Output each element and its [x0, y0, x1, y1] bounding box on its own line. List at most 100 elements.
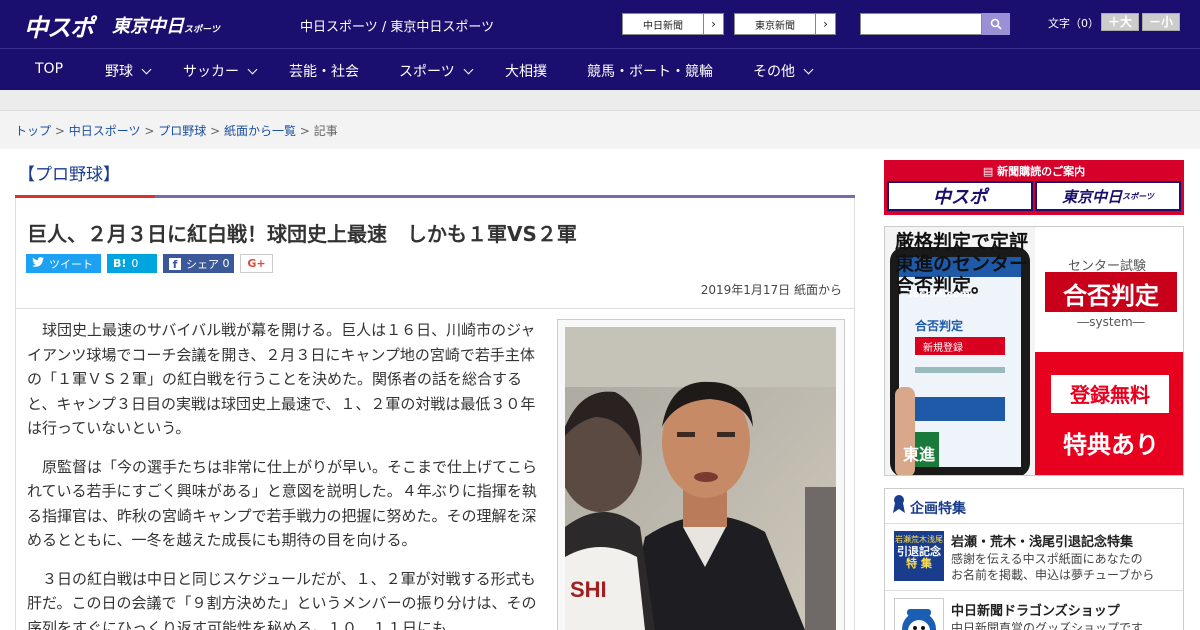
search-icon: [990, 18, 1002, 30]
ad-headline: 厳格判定で定評 東進のセンター 合否判定。: [895, 231, 1028, 297]
article-photo[interactable]: SHI: [565, 327, 836, 630]
breadcrumb-top[interactable]: トップ: [15, 124, 51, 138]
subscribe-chuspo-button[interactable]: 中スポ: [887, 181, 1033, 211]
subscription-title: ▤ 新聞購読のご案内: [884, 163, 1184, 179]
ad-phone-title: 合否判定: [915, 319, 964, 333]
feature-item-title: 中日新聞ドラゴンズショップ: [951, 604, 1120, 619]
facebook-count: 0: [222, 257, 230, 270]
hatena-count: 0: [131, 257, 139, 270]
breadcrumb: トップ > 中日スポーツ > プロ野球 > 紙面から一覧 > 記事: [15, 122, 338, 139]
tokyo-logo-text: 東京中日: [112, 16, 184, 37]
article-category[interactable]: 【プロ野球】: [18, 160, 120, 185]
hatena-bookmark-button[interactable]: B! 0: [107, 254, 157, 273]
article-paragraph: ３日の紅白戦は中日と同じスケジュールだが、１、２軍が対戦する形式も肝だ。この日の…: [27, 569, 537, 630]
ad-product-name: 合否判定: [1063, 282, 1159, 310]
breadcrumb-separator: >: [54, 124, 65, 138]
photo-illustration: SHI: [565, 327, 836, 630]
chunichi-shimbun-link[interactable]: 中日新聞 ›: [622, 13, 724, 35]
chevron-down-icon: [247, 64, 258, 75]
font-size-label: 文字（0）: [1048, 17, 1099, 30]
article-paragraph: 原監督は「今の選手たちは非常に仕上がりが早い。そこまで仕上げてこられている若手に…: [27, 457, 538, 550]
tweet-button[interactable]: ツイート: [26, 254, 101, 273]
nav-label: 野球: [105, 64, 133, 80]
breadcrumb-separator: >: [144, 124, 155, 138]
breadcrumb-from-paper[interactable]: 紙面から一覧: [224, 124, 296, 138]
breadcrumb-chunichi-sports[interactable]: 中日スポーツ: [69, 124, 141, 138]
font-decrease-button[interactable]: －小: [1142, 13, 1180, 31]
ad-phone-register: 新規登録: [923, 343, 963, 354]
breadcrumb-separator: >: [210, 124, 221, 138]
chevron-right-icon: ›: [703, 14, 723, 34]
nav-label: スポーツ: [399, 64, 455, 80]
article-dateline: 2019年1月17日 紙面から: [700, 283, 842, 297]
article-body: 球団史上最速のサバイバル戦が幕を開ける。巨人は１６日、川崎市のジャイアンツ球場で…: [27, 318, 541, 630]
subscription-title-text: 新聞購読のご案内: [997, 165, 1086, 178]
dragons-mascot-icon: [894, 598, 944, 630]
newspaper-icon: ▤: [982, 165, 994, 178]
facebook-icon: f: [169, 257, 181, 270]
subscribe-tokyo-button[interactable]: 東京中日 スポーツ: [1035, 181, 1181, 211]
search-input[interactable]: [860, 13, 982, 35]
divider: [885, 590, 1183, 591]
ad-headline-line: 厳格判定で定評: [895, 231, 1029, 253]
nav-label: 大相撲: [505, 64, 547, 80]
search-button[interactable]: [982, 13, 1010, 35]
ribbon-icon: [893, 494, 905, 518]
nav-label: サッカー: [183, 64, 239, 80]
nav-item-sports[interactable]: スポーツ: [399, 61, 474, 81]
facebook-label: シェア: [186, 257, 219, 271]
thumbnail-text: 特 集: [906, 557, 932, 570]
retirement-feature-thumbnail: 岩瀬荒木浅尾 引退記念 特 集: [894, 531, 944, 581]
breadcrumb-pro-baseball[interactable]: プロ野球: [158, 124, 206, 138]
breadcrumb-bar: トップ > 中日スポーツ > プロ野球 > 紙面から一覧 > 記事: [0, 110, 1200, 148]
nav-item-entertainment[interactable]: 芸能・社会: [289, 61, 359, 81]
nav-item-racing[interactable]: 競馬・ボート・競輪: [587, 61, 713, 81]
tweet-label: ツイート: [49, 257, 93, 271]
svg-text:SHI: SHI: [570, 577, 607, 602]
nav-item-other[interactable]: その他: [753, 61, 814, 81]
ad-headline-line: 東進のセンター: [895, 253, 1029, 275]
nav-label: TOP: [35, 61, 64, 77]
chevron-down-icon: [141, 64, 152, 75]
hatena-b-icon: B!: [113, 257, 127, 270]
subscription-box: ▤ 新聞購読のご案内 中スポ 東京中日 スポーツ: [884, 160, 1184, 215]
nav-item-top[interactable]: TOP: [35, 61, 63, 77]
nav-label: 芸能・社会: [289, 64, 359, 80]
google-plus-button[interactable]: G+: [240, 254, 273, 273]
toshin-ad-banner[interactable]: 厳格判定で定評 東進のセンター 合否判定。 センター試験 合否判定 ―syste…: [884, 226, 1184, 476]
chevron-right-icon: ›: [815, 14, 835, 34]
nav-label: 競馬・ボート・競輪: [587, 64, 713, 80]
nav-label: その他: [753, 64, 795, 80]
feature-item-desc: 中日新聞直営のグッズショップです: [951, 621, 1144, 630]
site-name: 中日スポーツ / 東京中日スポーツ: [300, 20, 495, 35]
ad-strip: [0, 90, 1200, 110]
nav-item-baseball[interactable]: 野球: [105, 61, 152, 81]
chunichi-link-label: 中日新聞: [643, 20, 683, 32]
article-paragraph: 球団史上最速のサバイバル戦が幕を開ける。巨人は１６日、川崎市のジャイアンツ球場で…: [27, 321, 536, 437]
tokyo-logo-small-text: スポーツ: [184, 25, 220, 35]
feature-title: 企画特集: [910, 501, 966, 517]
nav-item-soccer[interactable]: サッカー: [183, 61, 258, 81]
twitter-bird-icon: [32, 257, 44, 270]
ad-brand: 東進: [903, 445, 936, 464]
tokyo-shimbun-link[interactable]: 東京新聞 ›: [734, 13, 836, 35]
nav-item-sumo[interactable]: 大相撲: [505, 61, 547, 81]
font-increase-button[interactable]: ＋大: [1101, 13, 1139, 31]
article-headline: 巨人、２月３日に紅白戦！球団史上最速 しかも１軍VS２軍: [27, 222, 577, 246]
chevron-down-icon: [803, 64, 814, 75]
breadcrumb-current: 記事: [313, 124, 338, 138]
feature-item-title: 岩瀬・荒木・浅尾引退記念特集: [951, 535, 1134, 550]
feature-item-desc: 感謝を伝える中スポ紙面にあなたの: [951, 552, 1143, 566]
subscribe-tokyo-small: スポーツ: [1122, 191, 1154, 201]
feature-item-desc: お名前を掲載、申込は夢チューブから: [951, 568, 1155, 582]
breadcrumb-separator: >: [299, 124, 310, 138]
tokyo-link-label: 東京新聞: [755, 20, 795, 32]
chevron-down-icon: [463, 64, 474, 75]
site-header: 中スポ 東京中日スポーツ 中日スポーツ / 東京中日スポーツ 中日新聞 › 東京…: [0, 0, 1200, 48]
facebook-share-button[interactable]: f シェア 0: [163, 254, 234, 273]
tokyo-chunichi-logo[interactable]: 東京中日スポーツ: [112, 12, 220, 38]
main-nav: TOP 野球 サッカー 芸能・社会 スポーツ 大相撲 競馬・ボート・競輪 その他: [0, 48, 1200, 90]
subscribe-tokyo-label: 東京中日: [1062, 187, 1123, 206]
chuspo-logo[interactable]: 中スポ: [24, 8, 94, 43]
divider: [885, 523, 1183, 524]
